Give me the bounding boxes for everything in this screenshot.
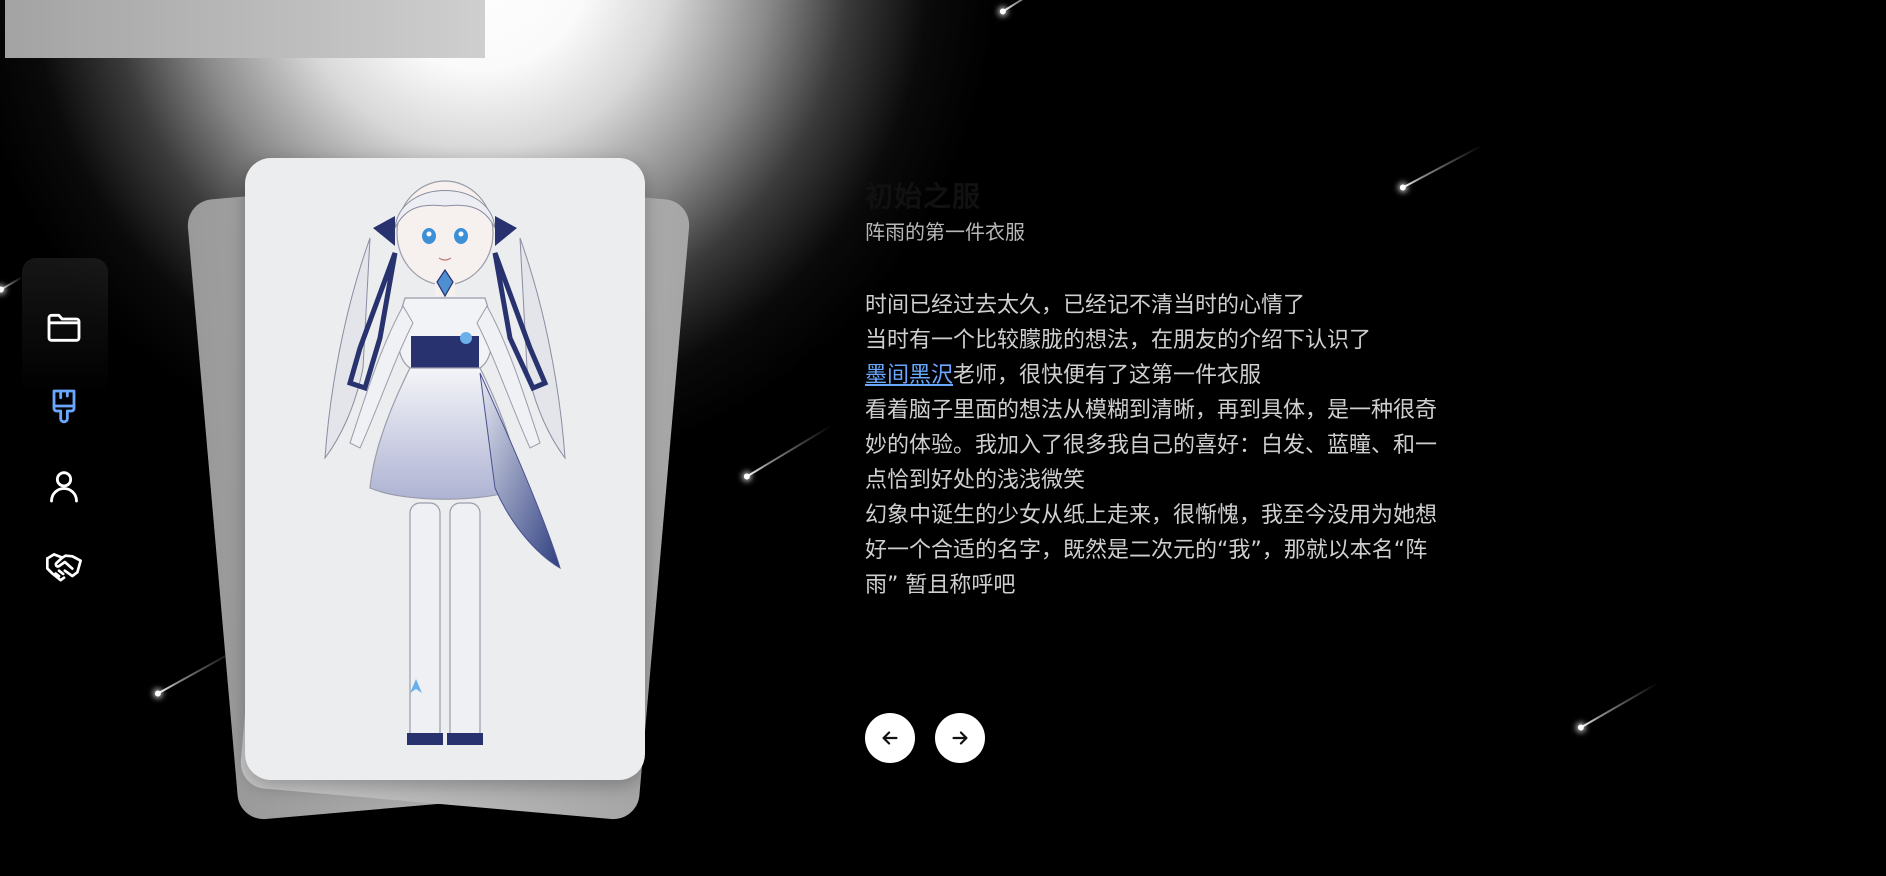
description-line: 当时有一个比较朦胧的想法，在朋友的介绍下认识了 (865, 328, 1372, 353)
top-header-bar (5, 0, 485, 58)
outfit-description: 时间已经过去太久，已经记不清当时的心情了 当时有一个比较朦胧的想法，在朋友的介绍… (865, 288, 1455, 603)
prev-button[interactable] (865, 713, 915, 763)
user-icon (50, 471, 78, 503)
outfit-info: 初始之服 阵雨的第一件衣服 时间已经过去太久，已经记不清当时的心情了 当时有一个… (865, 178, 1465, 603)
outfit-title: 初始之服 (865, 180, 982, 213)
nav-item-folder[interactable] (40, 303, 88, 351)
arrow-right-icon (952, 731, 968, 745)
artist-link[interactable]: 墨间黑沢 (865, 363, 953, 388)
description-text: 老师，很快便有了这第一件衣服 (953, 363, 1262, 388)
character-illustration (324, 180, 566, 745)
nav-item-friends[interactable] (40, 542, 88, 590)
paintbrush-icon (52, 389, 76, 424)
nav-item-profile[interactable] (40, 462, 88, 510)
character-card[interactable] (245, 158, 645, 780)
description-line: 幻象中诞生的少女从纸上走来，很惭愧，我至今没用为她想好一个合适的名字，既然是二次… (865, 503, 1438, 598)
nav-item-outfits[interactable] (40, 382, 88, 430)
description-line: 时间已经过去太久，已经记不清当时的心情了 (865, 293, 1306, 318)
folder-icon (47, 313, 81, 342)
handshake-icon (46, 553, 82, 582)
description-line: 墨间黑沢老师，很快便有了这第一件衣服 (865, 358, 1455, 393)
outfit-subtitle: 阵雨的第一件衣服 (865, 220, 1025, 244)
next-button[interactable] (935, 713, 985, 763)
arrow-left-icon (882, 731, 898, 745)
description-line: 看着脑子里面的想法从模糊到清晰，再到具体，是一种很奇妙的体验。我加入了很多我自己… (865, 398, 1438, 493)
